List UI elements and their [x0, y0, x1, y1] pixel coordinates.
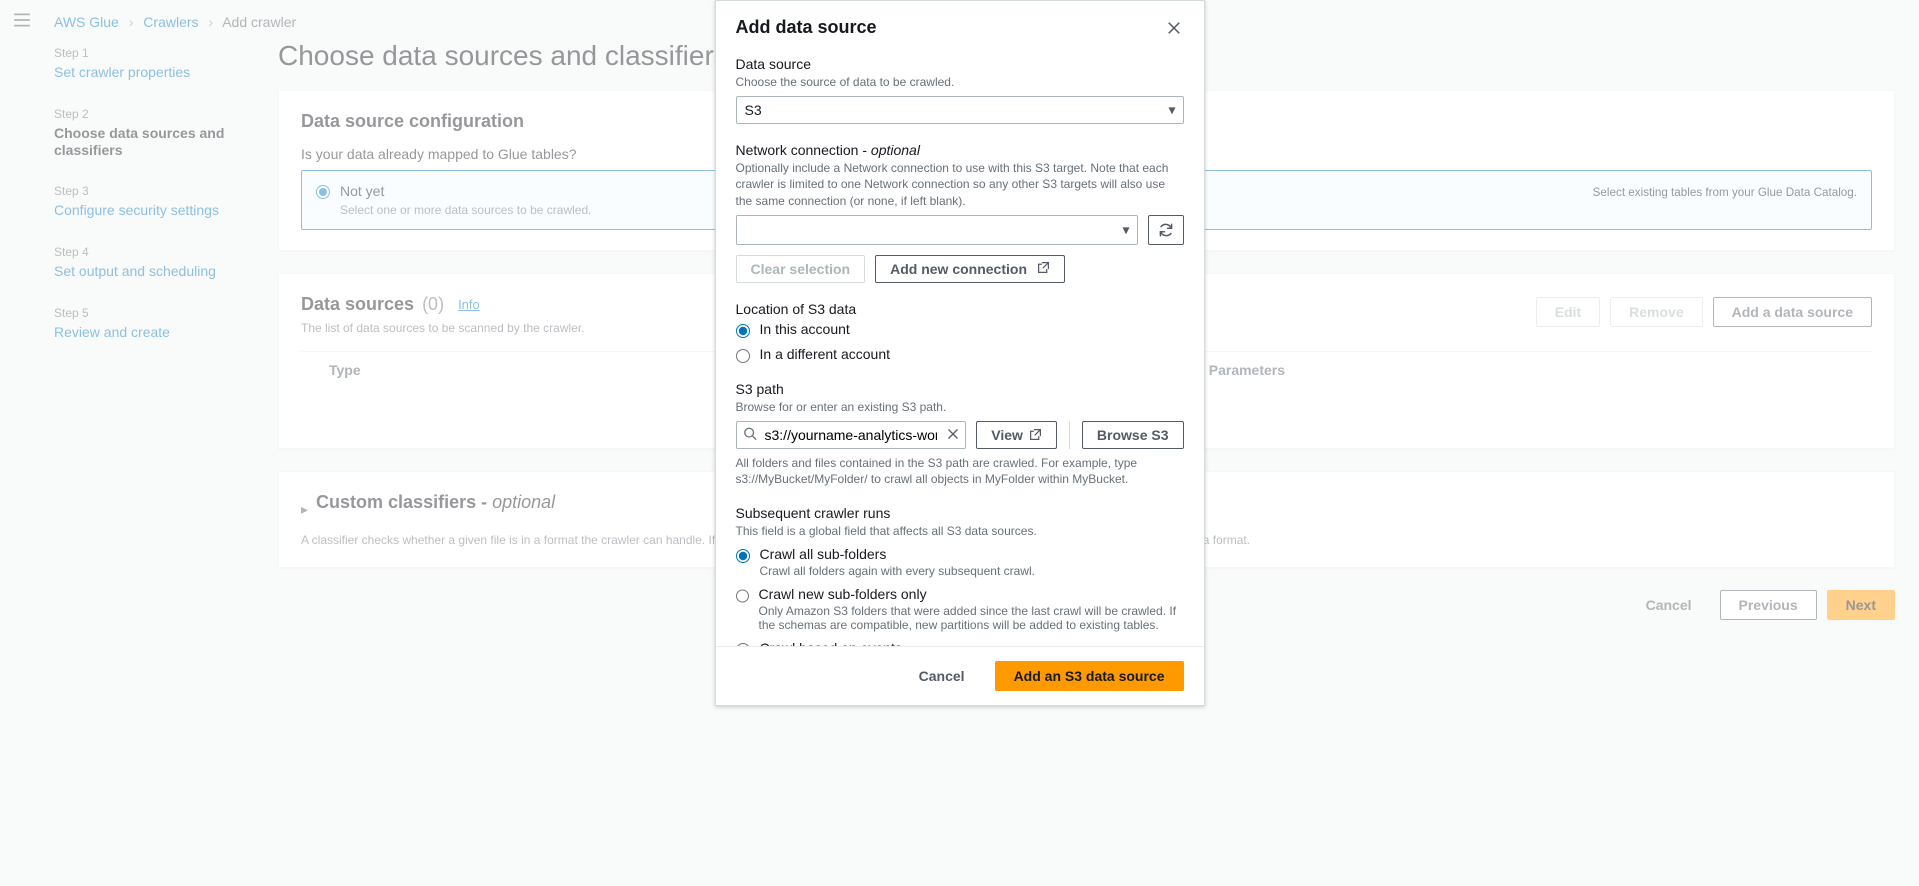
modal-cancel-button[interactable]: Cancel	[901, 661, 983, 691]
refresh-icon	[1158, 222, 1174, 238]
view-button[interactable]: View	[976, 421, 1057, 449]
close-button[interactable]	[1164, 18, 1184, 38]
close-icon	[947, 428, 959, 440]
s3-location-field: Location of S3 data In this account In a…	[736, 301, 1184, 363]
s3-path-input[interactable]	[736, 421, 967, 449]
subsequent-runs-field: Subsequent crawler runs This field is a …	[736, 505, 1184, 646]
radio-input[interactable]	[736, 349, 750, 363]
crawl-new-subfolders[interactable]: Crawl new sub-folders only Only Amazon S…	[736, 586, 1184, 632]
refresh-button[interactable]	[1148, 215, 1184, 245]
radio-input[interactable]	[736, 549, 750, 563]
radio-input[interactable]	[736, 324, 750, 338]
close-icon	[1167, 21, 1181, 35]
add-new-connection-button[interactable]: Add new connection	[875, 255, 1065, 283]
add-data-source-modal: Add data source Data source Choose the s…	[715, 0, 1205, 706]
data-source-select[interactable]: S3	[736, 96, 1184, 124]
location-different-account[interactable]: In a different account	[736, 346, 1184, 363]
radio-input[interactable]	[736, 589, 749, 603]
modal-add-s3-button[interactable]: Add an S3 data source	[995, 661, 1184, 691]
clear-selection-button[interactable]: Clear selection	[736, 255, 866, 283]
clear-input-button[interactable]	[947, 427, 959, 443]
data-source-field: Data source Choose the source of data to…	[736, 56, 1184, 124]
crawl-all-subfolders[interactable]: Crawl all sub-folders Crawl all folders …	[736, 546, 1184, 578]
external-link-icon	[1029, 428, 1042, 441]
search-icon	[743, 426, 757, 443]
field-hint: Choose the source of data to be crawled.	[736, 74, 1184, 90]
s3-path-field: S3 path Browse for or enter an existing …	[736, 381, 1184, 488]
field-label: Location of S3 data	[736, 301, 1184, 317]
field-label: S3 path	[736, 381, 1184, 397]
field-label: Network connection - optional	[736, 142, 1184, 158]
field-hint: This field is a global field that affect…	[736, 523, 1184, 539]
external-link-icon	[1037, 261, 1050, 274]
network-connection-select[interactable]	[736, 215, 1138, 245]
field-hint: All folders and files contained in the S…	[736, 455, 1184, 487]
field-hint: Browse for or enter an existing S3 path.	[736, 399, 1184, 415]
location-this-account[interactable]: In this account	[736, 321, 1184, 338]
field-label: Data source	[736, 56, 1184, 72]
field-hint: Optionally include a Network connection …	[736, 160, 1184, 209]
field-label: Subsequent crawler runs	[736, 505, 1184, 521]
browse-s3-button[interactable]: Browse S3	[1082, 421, 1184, 449]
modal-title: Add data source	[736, 17, 877, 38]
network-connection-field: Network connection - optional Optionally…	[736, 142, 1184, 283]
